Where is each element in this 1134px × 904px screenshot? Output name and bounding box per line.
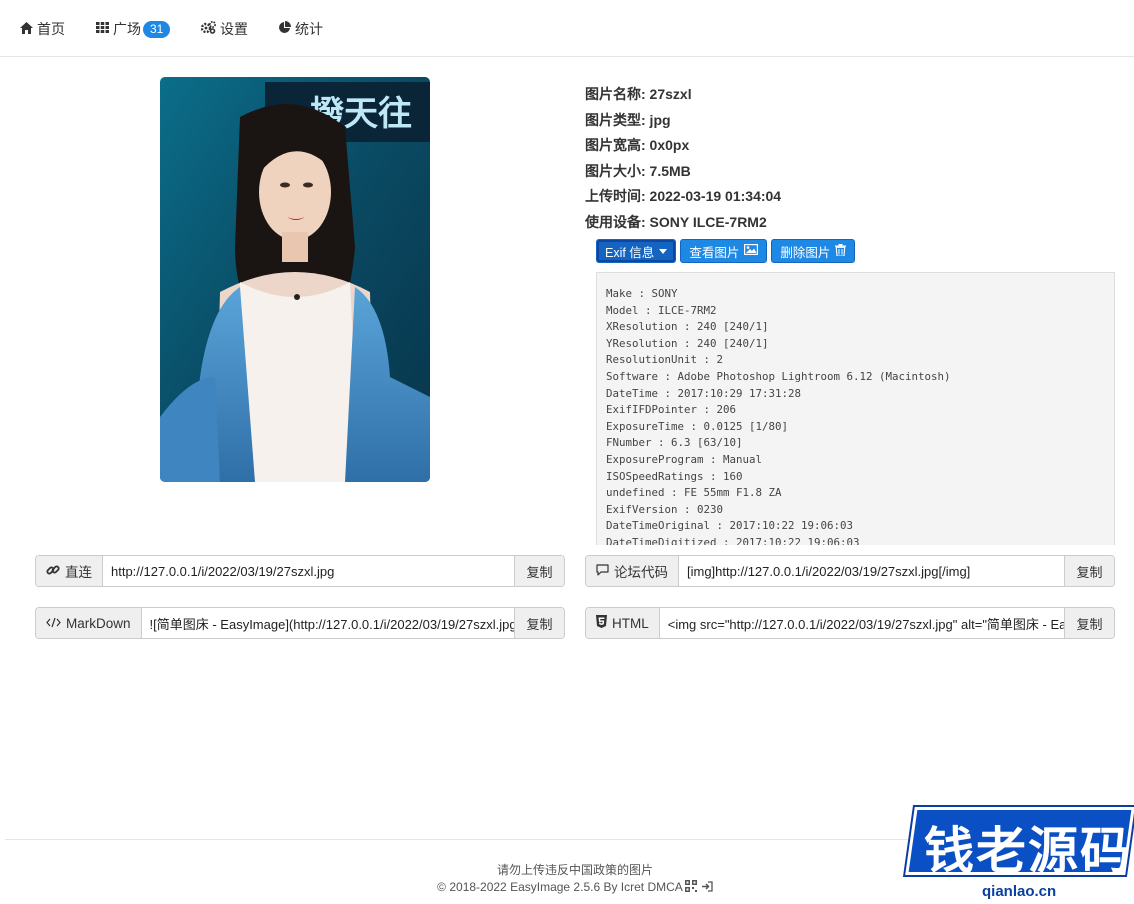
pie-chart-icon: [278, 21, 291, 37]
delete-image-button[interactable]: 删除图片: [771, 239, 856, 263]
exif-line: YResolution : 240 [240/1]: [606, 336, 769, 350]
top-nav: 首页 广场 31 设置 统计: [0, 0, 1134, 57]
exif-line: DateTimeDigitized : 2017:10:22 19:06:03: [606, 535, 860, 545]
view-button-label: 查看图片: [689, 245, 740, 260]
exif-line: ResolutionUnit : 2: [606, 353, 724, 367]
html5-icon: [596, 615, 607, 631]
nav-stats-label: 统计: [295, 21, 323, 37]
copy-markdown-button[interactable]: 复制: [514, 608, 564, 638]
info-name: 图片名称: 27szxl: [585, 86, 692, 102]
exif-line: XResolution : 240 [240/1]: [606, 320, 769, 334]
exif-panel[interactable]: Make : SONY Model : ILCE-7RM2 XResolutio…: [596, 272, 1115, 545]
html-code-group: HTML <img src="http://127.0.0.1/i/2022/0…: [585, 607, 1115, 639]
nav-settings-label: 设置: [220, 21, 248, 37]
exif-line: Make : SONY: [606, 287, 678, 300]
direct-label-text: 直连: [65, 565, 92, 580]
info-dimensions: 图片宽高: 0x0px: [585, 137, 690, 154]
caret-down-icon: [659, 248, 668, 254]
nav-stats[interactable]: 统计: [278, 18, 323, 40]
exif-line: DateTimeOriginal : 2017:10:22 19:06:03: [606, 519, 854, 533]
markdown-group: MarkDown ![简单图床 - EasyImage](http://127.…: [35, 607, 565, 639]
markdown-label: MarkDown: [36, 608, 142, 638]
html-label-text: HTML: [612, 615, 649, 631]
direct-link-label: 直连: [36, 556, 103, 586]
gears-icon: [200, 21, 216, 37]
markdown-input[interactable]: ![简单图床 - EasyImage](http://127.0.0.1/i/2…: [142, 608, 514, 638]
direct-link-input[interactable]: http://127.0.0.1/i/2022/03/19/27szxl.jpg: [103, 556, 514, 586]
nav-square-label: 广场: [113, 21, 141, 37]
nav-home[interactable]: 首页: [20, 18, 65, 40]
trash-icon: [835, 243, 847, 259]
forum-code-input[interactable]: [img]http://127.0.0.1/i/2022/03/19/27szx…: [679, 556, 1064, 586]
exif-line: ExifVersion : 0230: [606, 502, 724, 516]
square-count-badge: 31: [143, 20, 171, 38]
exif-line: Model : ILCE-7RM2: [606, 303, 717, 317]
copy-direct-button[interactable]: 复制: [514, 556, 564, 586]
exif-line: ISOSpeedRatings : 160: [606, 469, 743, 483]
forum-code-label: 论坛代码: [586, 556, 679, 586]
exif-button-label: Exif 信息: [605, 245, 655, 260]
copyright-text: © 2018-2022 EasyImage 2.5.6 By Icret DMC…: [437, 880, 683, 894]
comment-icon: [596, 563, 609, 579]
image-info: 图片名称: 27szxl 图片类型: jpg 图片宽高: 0x0px 图片大小:…: [585, 84, 781, 238]
action-buttons: Exif 信息 查看图片 删除图片: [596, 239, 856, 263]
copy-forum-button[interactable]: 复制: [1064, 556, 1114, 586]
forum-code-group: 论坛代码 [img]http://127.0.0.1/i/2022/03/19/…: [585, 555, 1115, 587]
exif-line: ExposureTime : 0.0125 [1/80]: [606, 419, 789, 433]
info-type: 图片类型: jpg: [585, 111, 671, 128]
exif-line: Software : Adobe Photoshop Lightroom 6.1…: [606, 369, 951, 383]
home-icon: [20, 21, 33, 37]
info-device: 使用设备: SONY ILCE-7RM2: [585, 213, 767, 230]
nav-home-label: 首页: [37, 21, 65, 37]
exif-line: undefined : FE 55mm F1.8 ZA: [606, 486, 782, 500]
image-preview[interactable]: 撥天往: [160, 77, 430, 482]
info-upload-time: 上传时间: 2022-03-19 01:34:04: [585, 188, 782, 205]
exif-line: DateTime : 2017:10:29 17:31:28: [606, 386, 802, 400]
direct-link-group: 直连 http://127.0.0.1/i/2022/03/19/27szxl.…: [35, 555, 565, 587]
watermark-logo: 钱老源码 qianlao.cn: [905, 797, 1134, 904]
link-icon: [46, 563, 60, 580]
qrcode-icon[interactable]: [685, 880, 698, 895]
html-code-input[interactable]: <img src="http://127.0.0.1/i/2022/03/19/…: [660, 608, 1064, 638]
forum-label-text: 论坛代码: [614, 565, 668, 580]
login-icon[interactable]: [701, 881, 713, 895]
exif-dropdown-button[interactable]: Exif 信息: [596, 239, 677, 263]
html-label: HTML: [586, 608, 660, 638]
exif-line: FNumber : 6.3 [63/10]: [606, 436, 743, 450]
grid-icon: [96, 22, 109, 36]
nav-square[interactable]: 广场 31: [96, 18, 171, 40]
code-icon: [46, 616, 61, 631]
watermark-title: 钱老源码: [924, 822, 1132, 880]
nav-settings[interactable]: 设置: [200, 18, 248, 40]
copy-html-button[interactable]: 复制: [1064, 608, 1114, 638]
image-icon: [744, 244, 759, 258]
view-image-button[interactable]: 查看图片: [680, 239, 768, 263]
watermark-site: qianlao.cn: [982, 883, 1057, 900]
delete-button-label: 删除图片: [780, 245, 831, 260]
exif-line: ExifIFDPointer : 206: [606, 403, 737, 417]
info-filesize: 图片大小: 7.5MB: [585, 162, 691, 179]
markdown-label-text: MarkDown: [66, 615, 131, 631]
exif-line: ExposureProgram : Manual: [606, 452, 763, 466]
